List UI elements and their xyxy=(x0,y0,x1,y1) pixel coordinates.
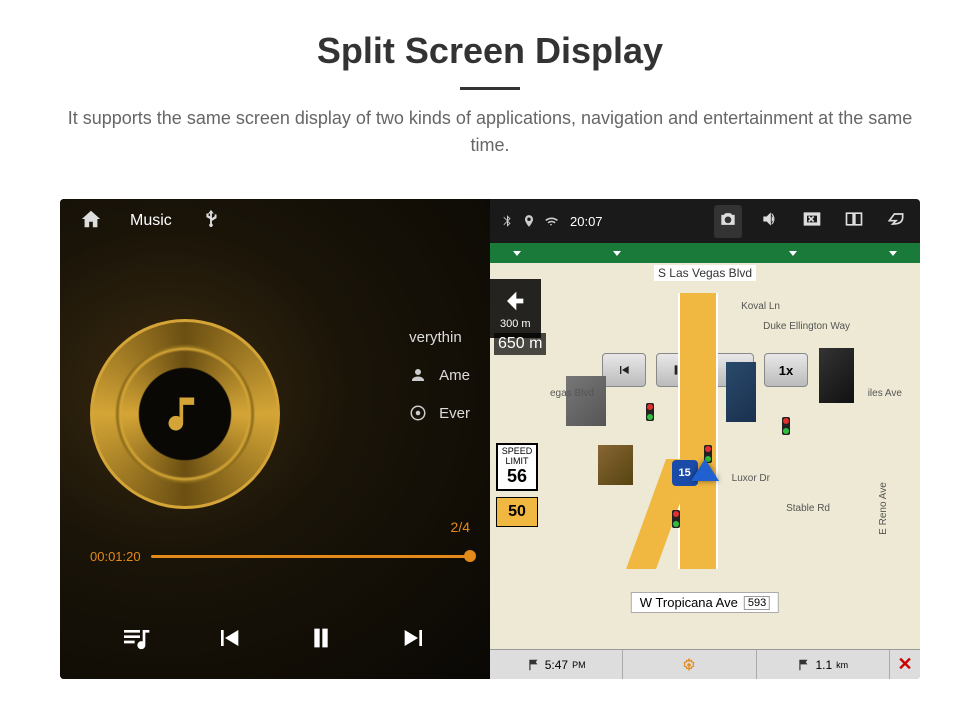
track-title-row: verythin xyxy=(409,329,470,346)
wifi-icon xyxy=(544,214,558,228)
music-pane: Music verythin Ame Ever 2/4 xyxy=(60,199,490,679)
street-vegas: egas Blvd xyxy=(550,388,594,399)
route-options[interactable] xyxy=(623,650,756,679)
street-tropicana: W Tropicana Ave xyxy=(640,595,738,610)
page-title: Split Screen Display xyxy=(40,30,940,72)
page-subtitle: It supports the same screen display of t… xyxy=(60,105,920,159)
street-number: 593 xyxy=(744,596,770,610)
speed-limit-value: 56 xyxy=(500,467,534,487)
nav-close-button[interactable]: ✕ xyxy=(890,654,920,675)
music-note-icon xyxy=(163,392,207,436)
distance-cell[interactable]: 1.1 km xyxy=(757,650,890,679)
nav-cursor-icon xyxy=(691,459,719,481)
street-iles: iles Ave xyxy=(868,388,902,399)
device-screenshot: Music verythin Ame Ever 2/4 xyxy=(60,199,920,679)
close-app-button[interactable] xyxy=(798,205,826,238)
nav-bottom-bar: 5:47 PM 1.1 km ✕ xyxy=(490,649,920,679)
speed-limit-label: SPEED LIMIT xyxy=(500,447,534,467)
location-icon xyxy=(522,214,536,228)
flag-icon xyxy=(527,658,541,672)
split-button[interactable] xyxy=(840,205,868,238)
current-street: W Tropicana Ave 593 xyxy=(631,592,779,613)
status-icons xyxy=(500,214,558,228)
system-buttons xyxy=(714,205,910,238)
music-controls xyxy=(60,622,490,659)
street-luxor: Luxor Dr xyxy=(732,473,770,484)
seek-bar[interactable] xyxy=(151,555,470,558)
street-las-vegas-blvd: S Las Vegas Blvd xyxy=(654,265,756,281)
eta-value: 5:47 xyxy=(545,658,568,672)
album-name: Ever xyxy=(439,405,470,422)
distance-unit: km xyxy=(836,660,848,670)
eta-cell[interactable]: 5:47 PM xyxy=(490,650,623,679)
turn-distance-2: 650 m xyxy=(494,333,546,355)
map-view[interactable]: S Las Vegas Blvd 300 m 650 m 1x xyxy=(490,243,920,649)
turn-left-icon xyxy=(500,287,528,315)
current-speed: 50 xyxy=(496,497,538,527)
person-icon xyxy=(409,366,427,384)
eta-unit: PM xyxy=(572,660,586,670)
home-icon[interactable] xyxy=(80,208,102,235)
music-topbar: Music xyxy=(60,199,490,243)
flag-icon xyxy=(797,658,811,672)
track-counter: 2/4 xyxy=(451,519,470,535)
back-button[interactable] xyxy=(882,205,910,238)
route-bar xyxy=(490,243,920,263)
playlist-button[interactable] xyxy=(120,622,152,659)
track-info: verythin Ame Ever xyxy=(409,309,470,442)
music-title: Music xyxy=(130,212,172,230)
artist-row: Ame xyxy=(409,366,470,384)
next-button[interactable] xyxy=(398,622,430,659)
street-reno: E Reno Ave xyxy=(878,482,889,535)
track-title: verythin xyxy=(409,329,462,346)
turn-instruction: 300 m xyxy=(490,279,541,338)
time-current: 00:01:20 xyxy=(90,549,141,564)
album-disc xyxy=(90,319,280,509)
title-divider xyxy=(460,87,520,90)
nav-pane: 20:07 S Las Vegas Blvd 300 m 650 m xyxy=(490,199,920,679)
artist-name: Ame xyxy=(439,367,470,384)
distance-value: 1.1 xyxy=(815,658,832,672)
speed-limit-sign: SPEED LIMIT 56 xyxy=(496,443,538,491)
usb-icon[interactable] xyxy=(200,208,222,235)
gear-icon xyxy=(682,658,696,672)
volume-button[interactable] xyxy=(756,205,784,238)
prev-button[interactable] xyxy=(213,622,245,659)
album-row: Ever xyxy=(409,404,470,422)
turn-distance-1: 300 m xyxy=(500,318,531,330)
system-topbar: 20:07 xyxy=(490,199,920,243)
pause-button[interactable] xyxy=(305,622,337,659)
street-koval: Koval Ln xyxy=(741,301,780,312)
screenshot-button[interactable] xyxy=(714,205,742,238)
street-duke: Duke Ellington Way xyxy=(763,321,850,332)
disc-icon xyxy=(409,404,427,422)
street-stable: Stable Rd xyxy=(786,503,830,514)
system-time: 20:07 xyxy=(570,214,603,229)
progress-bar[interactable]: 00:01:20 xyxy=(90,549,470,564)
bluetooth-icon xyxy=(500,214,514,228)
